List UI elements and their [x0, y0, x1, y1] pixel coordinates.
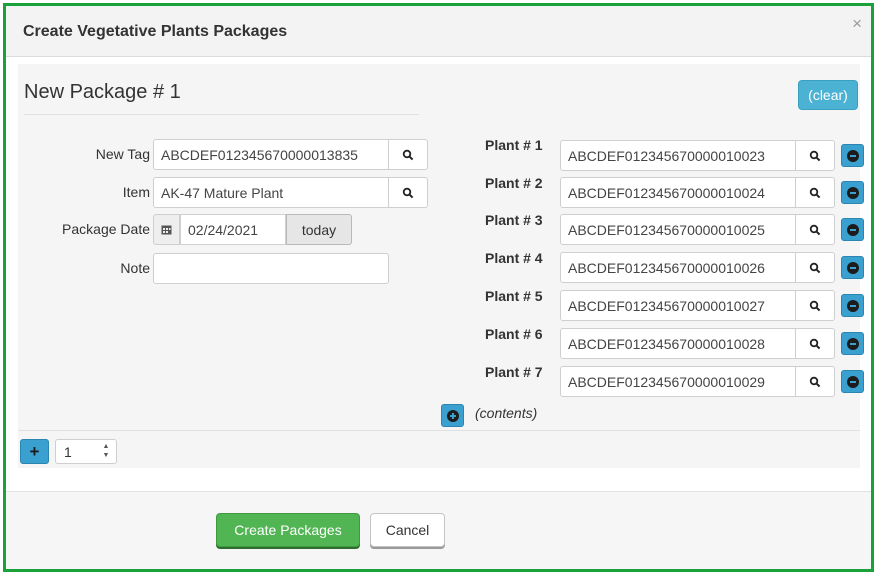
remove-plant-button[interactable]: [841, 332, 864, 355]
cancel-button[interactable]: Cancel: [370, 513, 445, 547]
package-title: New Package # 1: [24, 81, 181, 103]
item-input[interactable]: AK-47 Mature Plant: [153, 177, 389, 208]
remove-plant-button[interactable]: [841, 256, 864, 279]
plant-tag-input[interactable]: ABCDEF012345670000010028: [560, 328, 796, 359]
package-count-value: 1: [64, 444, 72, 460]
calendar-button[interactable]: [153, 214, 180, 245]
plant-search-button[interactable]: [796, 252, 835, 283]
today-button[interactable]: today: [286, 214, 352, 245]
plant-label: Plant # 3: [485, 212, 543, 228]
plant-tag-input[interactable]: ABCDEF012345670000010026: [560, 252, 796, 283]
minus-circle-icon: [846, 223, 859, 236]
remove-plant-button[interactable]: [841, 181, 864, 204]
dialog-title: Create Vegetative Plants Packages: [23, 23, 288, 40]
search-icon: [809, 187, 821, 198]
dialog-footer: Create Packages Cancel: [6, 492, 871, 569]
search-icon: [809, 300, 821, 311]
package-panel: New Package # 1 (clear) New Tag ABCDEF01…: [18, 64, 864, 468]
plant-tag-input[interactable]: ABCDEF012345670000010027: [560, 290, 796, 321]
plant-search-button[interactable]: [796, 177, 835, 208]
plus-icon: +: [29, 442, 40, 461]
item-search-button[interactable]: [389, 177, 428, 208]
chevron-up-icon[interactable]: ▲: [103, 443, 110, 451]
add-package-button[interactable]: +: [20, 439, 49, 464]
close-icon[interactable]: ×: [852, 15, 862, 32]
remove-plant-button[interactable]: [841, 218, 864, 241]
search-icon: [809, 262, 821, 273]
package-date-input[interactable]: 02/24/2021: [180, 214, 286, 245]
clear-button[interactable]: (clear): [798, 80, 858, 110]
panel-divider: [18, 430, 860, 431]
plant-label: Plant # 2: [485, 175, 543, 191]
note-label: Note: [120, 260, 150, 276]
search-icon: [809, 150, 821, 161]
note-input[interactable]: [153, 253, 389, 284]
package-count-stepper[interactable]: 1 ▲ ▼: [55, 439, 117, 464]
plant-tag-input[interactable]: ABCDEF012345670000010029: [560, 366, 796, 397]
plant-label: Plant # 4: [485, 250, 543, 266]
remove-plant-button[interactable]: [841, 294, 864, 317]
plant-tag-input[interactable]: ABCDEF012345670000010024: [560, 177, 796, 208]
search-icon: [402, 149, 414, 160]
plant-search-button[interactable]: [796, 140, 835, 171]
search-icon: [402, 187, 414, 198]
plant-tag-input[interactable]: ABCDEF012345670000010025: [560, 214, 796, 245]
minus-circle-icon: [846, 261, 859, 274]
new-tag-search-button[interactable]: [389, 139, 428, 170]
plant-search-button[interactable]: [796, 290, 835, 321]
item-label: Item: [122, 184, 150, 200]
plant-search-button[interactable]: [796, 214, 835, 245]
minus-circle-icon: [846, 337, 859, 350]
minus-circle-icon: [846, 186, 859, 199]
search-icon: [809, 376, 821, 387]
minus-circle-icon: [846, 299, 859, 312]
package-date-label: Package Date: [62, 221, 150, 237]
stepper-arrows[interactable]: ▲ ▼: [100, 443, 112, 460]
plant-search-button[interactable]: [796, 328, 835, 359]
plant-search-button[interactable]: [796, 366, 835, 397]
new-tag-input[interactable]: ABCDEF012345670000013835: [153, 139, 389, 170]
create-packages-button[interactable]: Create Packages: [216, 513, 360, 547]
search-icon: [809, 338, 821, 349]
contents-label: (contents): [475, 405, 538, 421]
dialog-frame: Create Vegetative Plants Packages × New …: [3, 3, 874, 572]
plant-label: Plant # 1: [485, 137, 543, 153]
plant-label: Plant # 6: [485, 326, 543, 342]
chevron-down-icon[interactable]: ▼: [103, 452, 110, 460]
plus-circle-icon: [446, 409, 459, 422]
title-divider: [24, 114, 419, 115]
plant-label: Plant # 5: [485, 288, 543, 304]
minus-circle-icon: [846, 149, 859, 162]
new-tag-label: New Tag: [95, 146, 150, 162]
dialog-header: Create Vegetative Plants Packages ×: [6, 6, 871, 57]
search-icon: [809, 224, 821, 235]
calendar-icon: [161, 225, 172, 235]
remove-plant-button[interactable]: [841, 144, 864, 167]
plant-label: Plant # 7: [485, 364, 543, 380]
minus-circle-icon: [846, 375, 859, 388]
add-plant-button[interactable]: [441, 404, 464, 427]
plant-tag-input[interactable]: ABCDEF012345670000010023: [560, 140, 796, 171]
remove-plant-button[interactable]: [841, 370, 864, 393]
